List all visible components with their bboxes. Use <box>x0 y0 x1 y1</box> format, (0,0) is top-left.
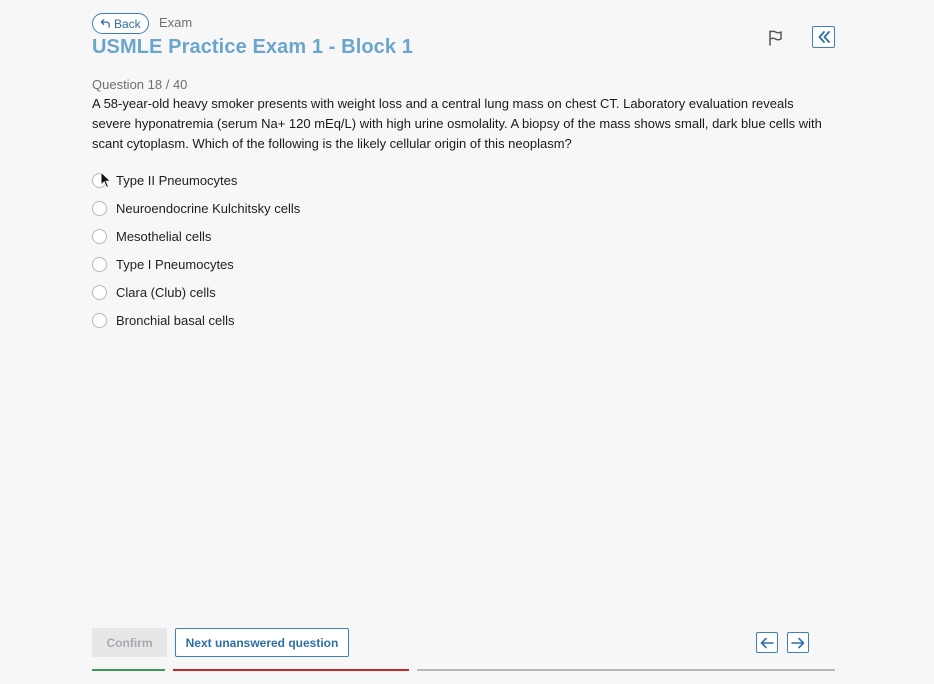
confirm-button[interactable]: Confirm <box>92 628 167 657</box>
radio-button[interactable] <box>92 200 107 216</box>
mouse-cursor-icon <box>100 171 112 189</box>
progress-incorrect-segment <box>173 669 409 671</box>
arrow-right-icon <box>791 637 805 648</box>
radio-button[interactable] <box>92 228 107 244</box>
flag-icon <box>769 30 782 46</box>
answer-option[interactable]: Type I Pneumocytes <box>92 250 300 278</box>
option-label: Mesothelial cells <box>116 228 212 244</box>
question-text: A 58-year-old heavy smoker presents with… <box>92 96 822 151</box>
option-label: Clara (Club) cells <box>116 284 216 300</box>
arrow-left-icon <box>760 637 774 648</box>
breadcrumb: Exam <box>159 15 193 30</box>
answer-option[interactable]: Mesothelial cells <box>92 222 300 250</box>
back-button[interactable]: Back <box>92 13 149 34</box>
radio-button[interactable] <box>92 284 107 300</box>
answer-option[interactable]: Bronchial basal cells <box>92 306 300 334</box>
back-label: Back <box>114 16 141 31</box>
progress-correct-segment <box>92 669 165 671</box>
radio-button[interactable] <box>92 312 107 328</box>
next-question-button[interactable] <box>787 632 809 653</box>
collapse-panel-button[interactable] <box>812 26 835 48</box>
flag-question-button[interactable] <box>766 29 784 47</box>
progress-remaining-segment <box>417 669 835 671</box>
answer-option[interactable]: Type II Pneumocytes <box>92 166 300 194</box>
answer-option[interactable]: Clara (Club) cells <box>92 278 300 306</box>
double-chevron-left-icon <box>818 31 830 43</box>
answer-option[interactable]: Neuroendocrine Kulchitsky cells <box>92 194 300 222</box>
undo-arrow-icon <box>100 19 110 28</box>
option-label: Type II Pneumocytes <box>116 172 238 188</box>
next-unanswered-button[interactable]: Next unanswered question <box>175 628 349 657</box>
option-label: Neuroendocrine Kulchitsky cells <box>116 200 301 216</box>
question-counter: Question 18 / 40 <box>92 77 188 92</box>
radio-button[interactable] <box>92 256 107 272</box>
option-label: Type I Pneumocytes <box>116 256 234 272</box>
option-label: Bronchial basal cells <box>116 312 235 328</box>
page-title: USMLE Practice Exam 1 - Block 1 <box>92 36 414 58</box>
answer-options: Type II Pneumocytes Neuroendocrine Kulch… <box>92 166 300 334</box>
previous-question-button[interactable] <box>756 632 778 653</box>
